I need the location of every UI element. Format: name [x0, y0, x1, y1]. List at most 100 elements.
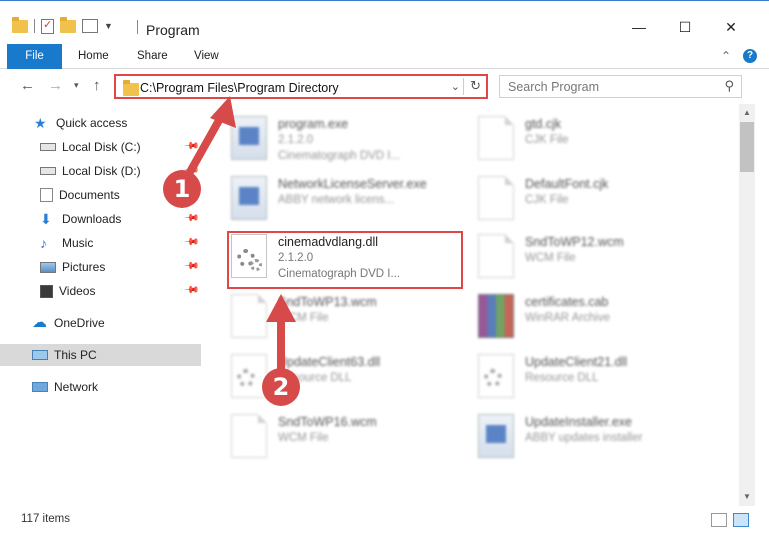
sidebar-item-label: OneDrive — [54, 316, 105, 330]
pictures-icon — [40, 261, 56, 273]
recent-locations-chevron-icon[interactable]: ▾ — [74, 80, 79, 91]
quick-access-toolbar: ▼ — [12, 15, 113, 37]
sidebar-item-music[interactable]: ♪ Music 📌 — [0, 232, 201, 254]
address-folder-icon — [123, 80, 139, 96]
file-list: program.exe 2.1.2.0 Cinematograph DVD I.… — [203, 104, 739, 506]
sidebar-item-downloads[interactable]: ⬇ Downloads 📌 — [0, 208, 201, 230]
file-item[interactable]: DefaultFont.cjk CJK File — [478, 174, 708, 230]
sidebar-item-label: Documents — [59, 188, 120, 202]
search-icon[interactable]: ⚲ — [724, 78, 734, 94]
vertical-scrollbar[interactable]: ▲ ▼ — [739, 104, 755, 506]
customize-toolbar-chevron-icon[interactable]: ▼ — [104, 21, 113, 31]
address-bar[interactable]: C:\Program Files\Program Directory ⌄ ↻ — [114, 74, 488, 99]
sidebar-item-label: Pictures — [62, 260, 106, 274]
file-name: NetworkLicenseServer.exe — [278, 177, 427, 191]
file-item[interactable]: UpdateClient21.dll Resource DLL — [478, 352, 708, 408]
step-2-marker: 2 — [262, 368, 300, 406]
document-icon — [231, 294, 267, 338]
document-icon — [478, 234, 514, 278]
pin-icon[interactable]: 📌 — [182, 234, 199, 251]
tab-file[interactable]: File — [7, 44, 62, 69]
file-type: CJK File — [525, 194, 569, 206]
search-input[interactable] — [508, 79, 708, 94]
step-1-marker: 1 — [163, 170, 201, 208]
file-name: UpdateInstaller.exe — [525, 415, 633, 429]
sidebar-item-label: Local Disk (C:) — [62, 140, 141, 154]
file-name: SndToWP12.wcm — [525, 235, 624, 249]
up-arrow-icon[interactable]: ↑ — [93, 77, 101, 94]
new-folder-icon[interactable] — [60, 16, 76, 33]
file-description: Cinematograph DVD I... — [278, 150, 401, 162]
help-icon[interactable]: ? — [743, 49, 757, 63]
sidebar-item-label: Network — [54, 380, 99, 394]
properties-icon[interactable] — [82, 19, 98, 33]
properties-check-icon[interactable] — [41, 18, 54, 34]
sidebar-item-quick-access[interactable]: ★ Quick access — [0, 112, 201, 134]
back-arrow-icon[interactable]: ← — [20, 77, 35, 94]
file-name: certificates.cab — [525, 295, 609, 309]
cloud-icon: ☁ — [32, 314, 47, 331]
download-icon: ⬇ — [40, 211, 52, 227]
sidebar-item-label: Local Disk (D:) — [62, 164, 141, 178]
tab-view[interactable]: View — [194, 44, 219, 69]
sidebar-item-onedrive[interactable]: ☁ OneDrive — [0, 312, 201, 334]
scroll-up-arrow-icon[interactable]: ▲ — [739, 106, 755, 120]
file-name: SndToWP16.wcm — [278, 415, 377, 429]
title-bar: ▼ Program — ☐ ✕ — [0, 0, 769, 44]
application-icon — [231, 116, 267, 160]
sidebar-item-label: This PC — [54, 348, 97, 362]
file-item[interactable]: program.exe 2.1.2.0 Cinematograph DVD I.… — [231, 114, 461, 170]
file-item[interactable]: SndToWP12.wcm WCM File — [478, 232, 708, 288]
navigation-bar: ← → ▾ ↑ C:\Program Files\Program Directo… — [0, 70, 769, 104]
search-box[interactable]: ⚲ — [499, 75, 742, 98]
pin-icon[interactable]: 📌 — [182, 210, 199, 227]
folder-icon[interactable] — [12, 16, 28, 33]
file-name: DefaultFont.cjk — [525, 177, 609, 191]
drive-icon — [40, 167, 56, 175]
address-path[interactable]: C:\Program Files\Program Directory — [140, 81, 339, 95]
file-item[interactable]: SndToWP13.wcm WCM File — [231, 292, 461, 348]
sidebar-item-videos[interactable]: Videos 📌 — [0, 280, 201, 302]
document-icon — [478, 176, 514, 220]
item-count: 117 items — [21, 513, 71, 525]
pin-icon[interactable]: 📌 — [182, 258, 199, 275]
sidebar-item-this-pc[interactable]: This PC — [0, 344, 201, 366]
file-type: CJK File — [525, 134, 569, 146]
sidebar-item-pictures[interactable]: Pictures 📌 — [0, 256, 201, 278]
close-button[interactable]: ✕ — [716, 15, 746, 39]
title-divider — [137, 20, 138, 34]
pin-icon[interactable]: 📌 — [182, 282, 199, 299]
gear-icon — [237, 369, 255, 387]
file-item[interactable]: certificates.cab WinRAR Archive — [478, 292, 708, 348]
minimize-button[interactable]: — — [624, 15, 654, 39]
tiles-view-icon[interactable] — [733, 513, 749, 527]
sidebar-item-network[interactable]: Network — [0, 376, 201, 398]
document-icon — [478, 116, 514, 160]
file-item[interactable]: UpdateInstaller.exe ABBY updates install… — [478, 412, 708, 468]
status-bar: 117 items — [0, 506, 769, 540]
file-type: WCM File — [278, 432, 329, 444]
music-icon: ♪ — [40, 235, 47, 251]
sidebar-item-local-disk-c[interactable]: Local Disk (C:) 📌 — [0, 136, 201, 158]
maximize-button[interactable]: ☐ — [670, 15, 700, 39]
forward-arrow-icon[interactable]: → — [48, 77, 63, 94]
scroll-down-arrow-icon[interactable]: ▼ — [739, 490, 755, 504]
file-name: UpdateClient21.dll — [525, 355, 628, 369]
tab-share[interactable]: Share — [137, 44, 168, 69]
details-view-icon[interactable] — [711, 513, 727, 527]
file-type: Resource DLL — [525, 372, 599, 384]
file-item[interactable]: NetworkLicenseServer.exe ABBY network li… — [231, 174, 461, 230]
gear-icon — [484, 369, 502, 387]
file-item[interactable]: SndToWP16.wcm WCM File — [231, 412, 461, 468]
file-type: WinRAR Archive — [525, 312, 610, 324]
file-name: UpdateClient63.dll — [278, 355, 381, 369]
sidebar-item-label: Downloads — [62, 212, 122, 226]
scrollbar-thumb[interactable] — [740, 122, 754, 172]
file-item[interactable]: gtd.cjk CJK File — [478, 114, 708, 170]
sidebar-item-label: Quick access — [56, 116, 128, 130]
collapse-ribbon-chevron-icon[interactable]: ⌃ — [721, 49, 731, 63]
tab-home[interactable]: Home — [78, 44, 109, 69]
pin-icon[interactable]: 📌 — [182, 138, 199, 155]
address-dropdown-chevron-icon[interactable]: ⌄ — [451, 80, 460, 93]
refresh-icon[interactable]: ↻ — [470, 78, 481, 94]
